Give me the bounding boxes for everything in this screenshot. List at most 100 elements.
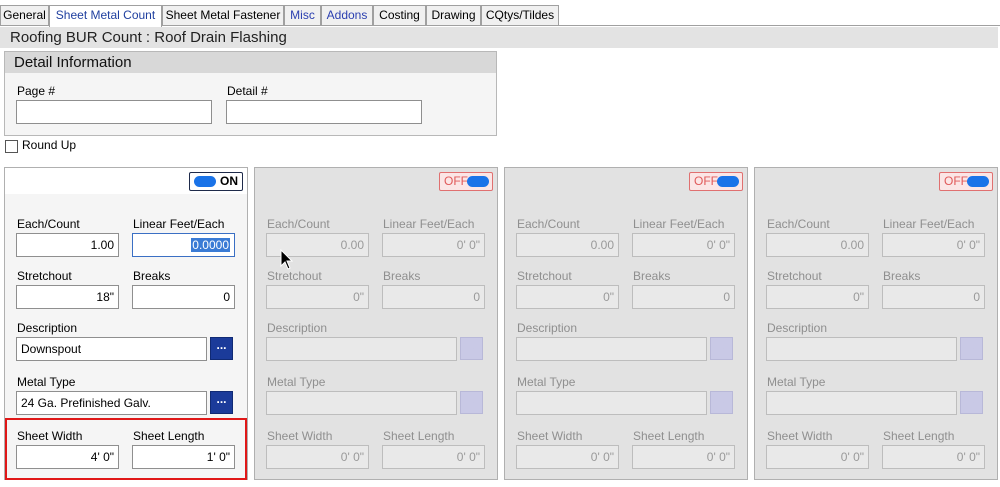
stretchout-input[interactable]: 0" [766,285,869,309]
each-count-label: Each/Count [17,217,80,231]
tab-cqtys-tildes[interactable]: CQtys/Tildes [481,5,559,26]
tab-sheet-metal-count[interactable]: Sheet Metal Count [49,5,162,27]
sheet-length-label: Sheet Length [633,429,705,443]
sheet-length-input[interactable]: 1' 0" [132,445,235,469]
toggle-knob-icon [967,176,989,187]
metal-type-input[interactable] [516,391,707,415]
stretchout-label: Stretchout [767,269,822,283]
description-input[interactable] [516,337,707,361]
stretchout-input[interactable]: 0" [266,285,369,309]
panel-header: OFF [505,168,747,194]
metal-type-input[interactable] [266,391,457,415]
tab-drawing[interactable]: Drawing [426,5,481,26]
toggle-state: OFF [444,174,468,188]
toggle-knob-icon [717,176,739,187]
sheet-length-label: Sheet Length [883,429,955,443]
description-label: Description [517,321,578,335]
metal-type-browse-button[interactable]: ... [460,391,483,414]
metal-type-browse-button[interactable]: ... [960,391,983,414]
sheet-width-label: Sheet Width [17,429,83,443]
sheet-width-input[interactable]: 4' 0" [16,445,119,469]
sheet-length-label: Sheet Length [383,429,455,443]
group-title: Detail Information [5,52,496,73]
description-label: Description [767,321,828,335]
linear-feet-input[interactable]: 0' 0" [382,233,485,257]
description-label: Description [17,321,78,335]
breaks-label: Breaks [883,269,921,283]
metal-type-input[interactable] [766,391,957,415]
toggle-state: OFF [944,174,968,188]
stretchout-label: Stretchout [17,269,72,283]
metal-type-browse-button[interactable]: ... [210,391,233,414]
metal-type-input[interactable]: 24 Ga. Prefinished Galv. [16,391,207,415]
description-label: Description [267,321,328,335]
linear-feet-input[interactable]: 0' 0" [632,233,735,257]
tab-misc[interactable]: Misc [284,5,321,26]
page-label: Page # [17,84,56,98]
tab-general[interactable]: General [0,5,49,26]
breaks-label: Breaks [633,269,671,283]
panel-header: OFF [255,168,497,194]
detail-label: Detail # [227,84,268,98]
breaks-input[interactable]: 0 [382,285,485,309]
sheet-width-input[interactable]: 0' 0" [766,445,869,469]
stretchout-input[interactable]: 18" [16,285,119,309]
selected-text: 0.0000 [191,238,230,252]
sheet-length-input[interactable]: 0' 0" [632,445,735,469]
breaks-input[interactable]: 0 [632,285,735,309]
description-input[interactable] [266,337,457,361]
on-off-toggle[interactable]: OFF [939,172,993,191]
arrow-cursor-icon [280,249,294,270]
each-count-input[interactable]: 0.00 [516,233,619,257]
description-input[interactable]: Downspout [16,337,207,361]
detail-input[interactable] [226,100,422,124]
stretchout-label: Stretchout [517,269,572,283]
on-off-toggle[interactable]: OFF [439,172,493,191]
panel-header: OFF [755,168,997,194]
panel-header: ON [5,168,247,194]
breaks-input[interactable]: 0 [882,285,985,309]
description-browse-button[interactable]: ... [960,337,983,360]
sheet-width-label: Sheet Width [767,429,833,443]
description-browse-button[interactable]: ... [710,337,733,360]
breaks-input[interactable]: 0 [132,285,235,309]
description-input[interactable] [766,337,957,361]
metal-type-label: Metal Type [517,375,576,389]
sheet-length-label: Sheet Length [133,429,205,443]
sheet-length-input[interactable]: 0' 0" [382,445,485,469]
sheet-width-input[interactable]: 0' 0" [516,445,619,469]
tab-bar: General Sheet Metal Count Sheet Metal Fa… [0,5,1000,27]
tab-addons[interactable]: Addons [321,5,373,26]
stretchout-input[interactable]: 0" [516,285,619,309]
linear-feet-input[interactable]: 0.0000 [132,233,235,257]
each-count-input[interactable]: 0.00 [766,233,869,257]
linear-feet-input[interactable]: 0' 0" [882,233,985,257]
description-browse-button[interactable]: ... [210,337,233,360]
toggle-state: ON [220,174,238,188]
on-off-toggle[interactable]: OFF [689,172,743,191]
description-browse-button[interactable]: ... [460,337,483,360]
on-off-toggle[interactable]: ON [189,172,243,191]
page-input[interactable] [16,100,212,124]
linear-feet-label: Linear Feet/Each [633,217,725,231]
count-panel-4: OFF Each/Count 0.00 Linear Feet/Each 0' … [754,167,998,480]
sheet-width-label: Sheet Width [517,429,583,443]
metal-type-label: Metal Type [17,375,76,389]
toggle-knob-icon [194,176,216,187]
round-up-checkbox[interactable] [5,140,18,153]
each-count-label: Each/Count [767,217,830,231]
tab-costing[interactable]: Costing [373,5,426,26]
linear-feet-label: Linear Feet/Each [133,217,225,231]
sheet-length-input[interactable]: 0' 0" [882,445,985,469]
sheet-width-label: Sheet Width [267,429,333,443]
tab-sheet-metal-fastener[interactable]: Sheet Metal Fastener [162,5,284,26]
stretchout-label: Stretchout [267,269,322,283]
each-count-label: Each/Count [267,217,330,231]
metal-type-browse-button[interactable]: ... [710,391,733,414]
page-title: Roofing BUR Count : Roof Drain Flashing [0,27,998,48]
metal-type-label: Metal Type [267,375,326,389]
detail-information-group: Detail Information Page # Detail # [4,51,497,136]
sheet-width-input[interactable]: 0' 0" [266,445,369,469]
each-count-input[interactable]: 1.00 [16,233,119,257]
breaks-label: Breaks [133,269,171,283]
